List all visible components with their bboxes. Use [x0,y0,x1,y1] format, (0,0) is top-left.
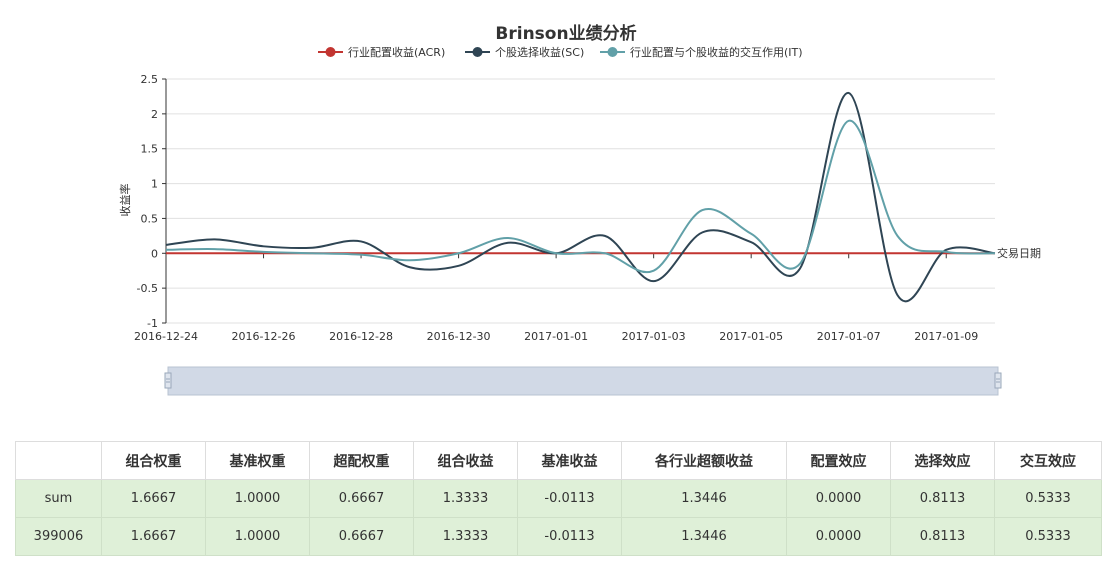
table-cell: 1.6667 [101,517,206,556]
y-tick-label: 2.5 [141,73,159,86]
table-header-cell: 组合收益 [413,441,518,480]
x-axis: 2016-12-24 2016-12-26 2016-12-28 2016-12-30… [134,252,995,343]
x-tick-label: 2016-12-30 [427,330,491,343]
table-cell: 1.0000 [205,479,310,518]
table-header-cell [15,441,102,480]
y-tick-label: 0.5 [141,212,159,225]
chart-legend: 行业配置收益(ACR) 个股选择收益(SC) 行业配置与个股收益的交互作用(IT) [318,45,803,59]
datazoom-handle-right[interactable] [994,372,1002,389]
table-header-cell: 配置效应 [786,441,891,480]
chart-title: Brinson业绩分析 [495,23,636,44]
table-row: sum 1.6667 1.0000 0.6667 1.3333 -0.0113 1.3446… [15,479,1102,518]
table-cell: 1.3333 [413,479,518,518]
y-tick-label: 0 [151,247,158,260]
table-row: 399006 1.6667 1.0000 0.6667 1.3333 -0.0113 1.3… [15,517,1102,556]
table-header-cell: 基准收益 [517,441,622,480]
table-cell: 0.6667 [309,517,414,556]
series-line-1 [165,91,996,303]
table-cell: 399006 [15,517,102,556]
table-header-cell: 交互效应 [994,441,1102,480]
legend-label: 个股选择收益(SC) [495,45,584,59]
x-tick-label: 2017-01-05 [719,330,783,343]
table-cell: 1.3446 [621,517,787,556]
table-header-row: 组合权重 基准权重 超配权重 组合收益 基准收益 各行业超额收益 配置效应 选择效应 交互效应 [15,441,1102,480]
y-tick-label: 2 [151,108,158,121]
datazoom-slider[interactable] [164,366,1002,396]
legend-marker [325,47,336,57]
y-axis-label: 收益率 [118,184,132,217]
brinson-results-table: 组合权重 基准权重 超配权重 组合收益 基准收益 各行业超额收益 配置效应 选择效应 交互效应 … [15,441,1102,556]
table-header-cell: 组合权重 [101,441,206,480]
table-cell: 0.8113 [890,517,995,556]
x-tick-label: 2016-12-28 [329,330,393,343]
table-header-cell: 各行业超额收益 [621,441,787,480]
table-cell: -0.0113 [517,479,622,518]
table-cell: 0.8113 [890,479,995,518]
series-lines [165,91,996,303]
datazoom-track[interactable] [167,366,999,396]
x-axis-label: 交易日期 [997,246,1041,260]
grid-lines [166,78,995,324]
datazoom-handle-left[interactable] [164,372,172,389]
y-axis: 2.5 2 1.5 1 0.5 0 -0.5 -1 [137,73,167,330]
table-cell: sum [15,479,102,518]
legend-label: 行业配置与个股收益的交互作用(IT) [630,45,803,59]
table-cell: 0.6667 [309,479,414,518]
series-line-2 [165,119,996,274]
x-tick-label: 2016-12-26 [232,330,296,343]
legend-label: 行业配置收益(ACR) [348,45,445,59]
y-tick-label: -0.5 [137,282,158,295]
legend-marker [472,47,483,57]
legend-marker [607,47,618,57]
table-header-cell: 选择效应 [890,441,995,480]
table-header-cell: 超配权重 [309,441,414,480]
table-cell: 1.6667 [101,479,206,518]
brinson-line-chart: Brinson业绩分析 行业配置收益(ACR) 个股选择收益(SC) 行业配置与个股… [118,23,1041,396]
table-cell: -0.0113 [517,517,622,556]
x-tick-label: 2017-01-07 [817,330,881,343]
table-cell: 0.0000 [786,479,891,518]
table-cell: 1.3333 [413,517,518,556]
x-tick-label: 2017-01-01 [524,330,588,343]
y-tick-label: 1.5 [141,143,159,156]
table-cell: 0.0000 [786,517,891,556]
table-header-cell: 基准权重 [205,441,310,480]
x-tick-label: 2017-01-03 [622,330,686,343]
legend-item-2: 行业配置与个股收益的交互作用(IT) [600,45,803,59]
table-cell: 0.5333 [994,517,1102,556]
y-tick-label: 1 [151,178,158,191]
legend-item-0: 行业配置收益(ACR) [318,45,445,59]
table-body: sum 1.6667 1.0000 0.6667 1.3333 -0.0113 1.3446… [15,479,1102,556]
x-tick-label: 2017-01-09 [914,330,978,343]
table-cell: 1.0000 [205,517,310,556]
table-cell: 0.5333 [994,479,1102,518]
y-tick-label: -1 [147,317,158,330]
table-cell: 1.3446 [621,479,787,518]
legend-item-1: 个股选择收益(SC) [465,45,584,59]
x-tick-label: 2016-12-24 [134,330,198,343]
